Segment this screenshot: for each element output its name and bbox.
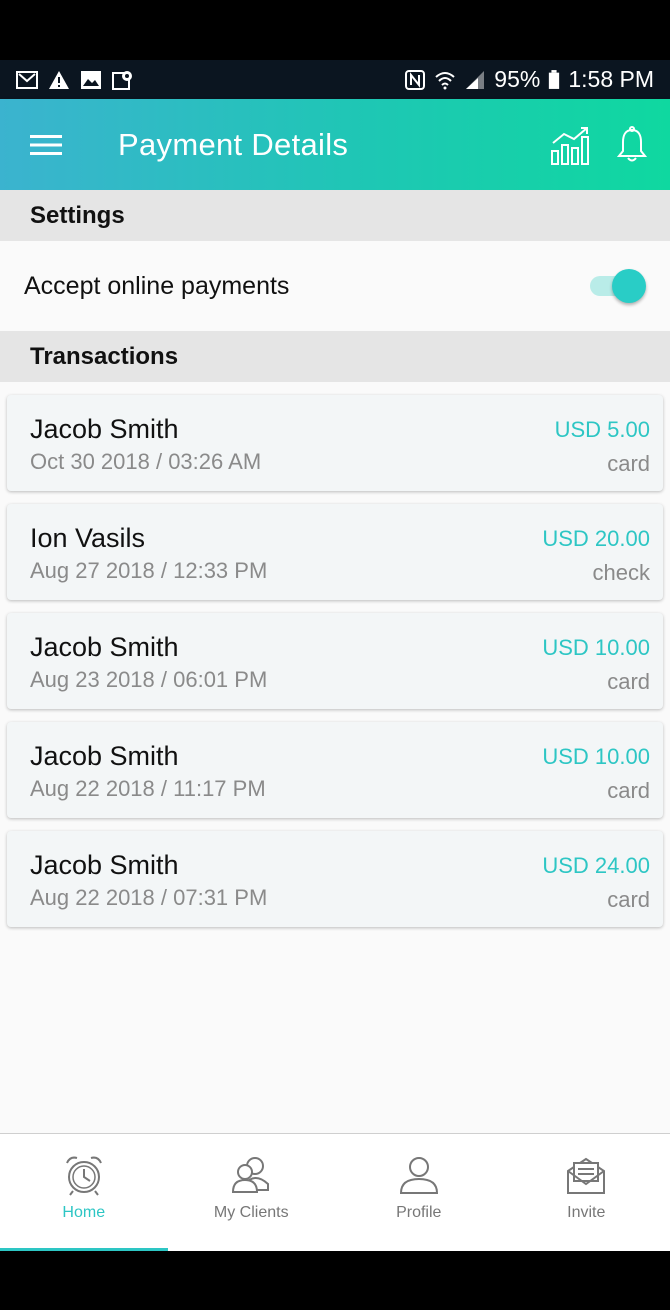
menu-icon <box>30 134 62 155</box>
envelope-icon <box>567 1157 606 1194</box>
transactions-section-header: Transactions <box>0 331 670 382</box>
map-pin-icon <box>112 70 132 90</box>
wifi-icon <box>435 71 455 89</box>
alarm-clock-icon <box>65 1156 102 1196</box>
image-icon <box>81 70 101 89</box>
transaction-card[interactable]: Jacob Smith Aug 23 2018 / 06:01 PM USD 1… <box>7 613 663 709</box>
transaction-date: Aug 27 2018 / 12:33 PM <box>30 558 268 583</box>
signal-icon <box>466 70 485 89</box>
chart-icon[interactable] <box>550 125 592 165</box>
accept-online-payments-toggle[interactable] <box>590 268 646 304</box>
transaction-card[interactable]: Jacob Smith Aug 22 2018 / 07:31 PM USD 2… <box>7 831 663 927</box>
notification-icons <box>16 70 134 90</box>
transaction-date: Aug 22 2018 / 07:31 PM <box>30 885 268 910</box>
transaction-amount: USD 20.00 <box>542 526 650 551</box>
users-icon <box>232 1157 270 1193</box>
settings-section-header: Settings <box>0 190 670 241</box>
client-name: Ion Vasils <box>30 523 146 553</box>
accept-online-payments-label: Accept online payments <box>24 271 290 300</box>
payment-method: card <box>607 669 650 694</box>
payment-method: check <box>592 560 650 585</box>
payment-method: card <box>607 778 650 803</box>
transaction-list: Jacob Smith Oct 30 2018 / 03:26 AM USD 5… <box>0 382 670 927</box>
transaction-amount: USD 10.00 <box>542 635 650 660</box>
client-name: Jacob Smith <box>30 741 179 771</box>
client-name: Jacob Smith <box>30 414 179 444</box>
nav-invite[interactable]: Invite <box>503 1134 670 1251</box>
battery-percentage: 95% <box>494 66 541 92</box>
transaction-card[interactable]: Ion Vasils Aug 27 2018 / 12:33 PM USD 20… <box>7 504 663 600</box>
payment-method: card <box>607 887 650 912</box>
nav-my-clients-label: My Clients <box>213 1204 289 1221</box>
payment-method: card <box>607 451 650 476</box>
transaction-amount: USD 10.00 <box>542 744 650 769</box>
app-bar: Payment Details <box>0 99 670 190</box>
page-title: Payment Details <box>118 126 349 162</box>
bottom-bezel <box>0 1251 670 1310</box>
bottom-navigation: Home My Clients Profile Invite <box>0 1133 670 1251</box>
nfc-icon <box>405 69 426 90</box>
transaction-date: Oct 30 2018 / 03:26 AM <box>30 449 262 474</box>
client-name: Jacob Smith <box>30 850 179 880</box>
warning-icon <box>49 70 69 89</box>
accept-online-payments-row[interactable]: Accept online payments <box>0 241 670 331</box>
status-bar: 95% 1:58 PM <box>0 60 670 99</box>
menu-button[interactable] <box>0 99 92 190</box>
user-icon <box>399 1157 438 1194</box>
nav-my-clients[interactable]: My Clients <box>168 1134 336 1251</box>
transaction-date: Aug 23 2018 / 06:01 PM <box>30 667 268 692</box>
nav-home-label: Home <box>62 1204 106 1221</box>
nav-profile-label: Profile <box>396 1204 442 1221</box>
bell-icon[interactable] <box>616 125 648 164</box>
transaction-card[interactable]: Jacob Smith Aug 22 2018 / 11:17 PM USD 1… <box>7 722 663 818</box>
nav-profile[interactable]: Profile <box>335 1134 503 1251</box>
top-bezel <box>0 0 670 60</box>
nav-invite-label: Invite <box>567 1204 606 1221</box>
system-status: 95% 1:58 PM <box>404 66 654 93</box>
main-content: Settings Accept online payments Transact… <box>0 190 670 1133</box>
toggle-thumb <box>612 269 646 303</box>
gmail-icon <box>16 70 38 89</box>
transaction-amount: USD 24.00 <box>542 853 650 878</box>
transaction-card[interactable]: Jacob Smith Oct 30 2018 / 03:26 AM USD 5… <box>7 395 663 491</box>
client-name: Jacob Smith <box>30 632 179 662</box>
transaction-amount: USD 5.00 <box>554 417 650 442</box>
transaction-date: Aug 22 2018 / 11:17 PM <box>30 776 266 801</box>
clock: 1:58 PM <box>568 66 654 92</box>
battery-icon <box>549 70 560 89</box>
nav-home[interactable]: Home <box>0 1134 168 1251</box>
